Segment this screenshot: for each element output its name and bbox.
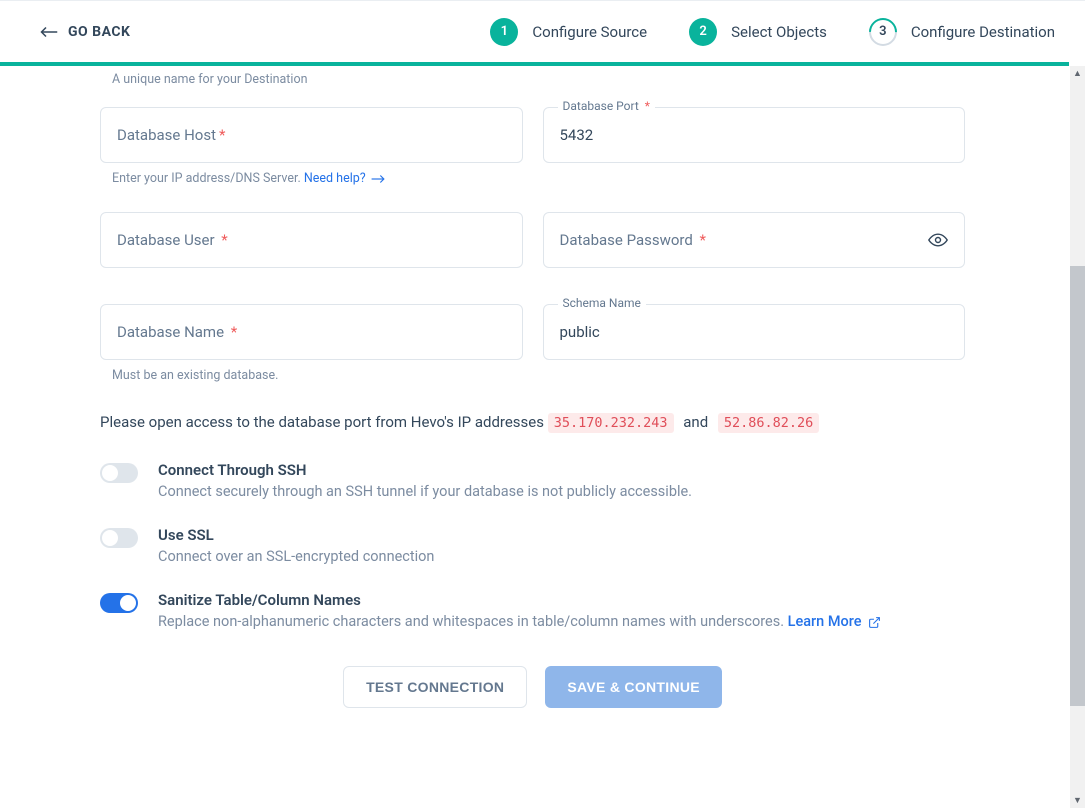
arrow-left-icon [40, 25, 58, 39]
toggle-row-ssh: Connect Through SSH Connect securely thr… [100, 461, 965, 500]
ip-chip-1: 35.170.232.243 [548, 413, 674, 433]
database-port-value: 5432 [560, 126, 594, 144]
step-configure-source[interactable]: 1 Configure Source [490, 18, 647, 46]
ssl-toggle[interactable] [100, 528, 138, 548]
ssh-toggle-desc: Connect securely through an SSH tunnel i… [158, 483, 965, 500]
sanitize-toggle[interactable] [100, 593, 138, 613]
database-name-label: Database Name * [117, 323, 237, 341]
form-actions: TEST CONNECTION SAVE & CONTINUE [100, 666, 965, 708]
wizard-steps: 1 Configure Source 2 Select Objects 3 Co… [490, 18, 1055, 46]
sanitize-toggle-desc: Replace non-alphanumeric characters and … [158, 613, 965, 630]
save-continue-button[interactable]: SAVE & CONTINUE [545, 666, 722, 708]
step-number-3: 3 [869, 18, 897, 46]
go-back-label: GO BACK [68, 24, 130, 40]
toggle-row-ssl: Use SSL Connect over an SSL-encrypted co… [100, 526, 965, 565]
database-password-label: Database Password * [560, 231, 707, 249]
database-password-input[interactable]: Database Password * [543, 212, 966, 268]
database-port-input[interactable]: Database Port * 5432 [543, 107, 966, 163]
destination-hint: A unique name for your Destination [112, 72, 965, 87]
step-configure-destination[interactable]: 3 Configure Destination [869, 18, 1055, 46]
form-content: A unique name for your Destination Datab… [0, 66, 1085, 808]
ip-access-note: Please open access to the database port … [100, 413, 965, 431]
step-label-1: Configure Source [532, 23, 647, 41]
step-number-2: 2 [689, 18, 717, 46]
ip-chip-2: 52.86.82.26 [718, 413, 819, 433]
database-user-input[interactable]: Database User * [100, 212, 523, 268]
schema-name-label: Schema Name [558, 296, 646, 310]
toggle-row-sanitize: Sanitize Table/Column Names Replace non-… [100, 591, 965, 630]
step-label-3: Configure Destination [911, 23, 1055, 41]
arrow-right-icon [371, 174, 385, 184]
database-name-helper: Must be an existing database. [112, 368, 523, 383]
step-select-objects[interactable]: 2 Select Objects [689, 18, 827, 46]
step-label-2: Select Objects [731, 23, 827, 41]
eye-icon[interactable] [928, 230, 948, 250]
go-back-button[interactable]: GO BACK [40, 24, 130, 40]
learn-more-link[interactable]: Learn More [788, 613, 862, 630]
need-help-link[interactable]: Need help? [304, 171, 366, 186]
scrollbar-up-icon[interactable]: ▲ [1070, 66, 1085, 81]
top-bar: GO BACK 1 Configure Source 2 Select Obje… [0, 0, 1085, 62]
database-host-label: Database Host* [117, 126, 225, 144]
test-connection-button[interactable]: TEST CONNECTION [343, 666, 527, 708]
ssl-toggle-desc: Connect over an SSL-encrypted connection [158, 548, 965, 565]
ssh-toggle-title: Connect Through SSH [158, 461, 965, 479]
ssl-toggle-title: Use SSL [158, 526, 965, 544]
database-user-label: Database User * [117, 231, 228, 249]
scrollbar-down-icon[interactable]: ▼ [1070, 793, 1085, 808]
schema-name-input[interactable]: Schema Name public [543, 304, 966, 360]
step-number-1: 1 [490, 18, 518, 46]
schema-name-value: public [560, 323, 600, 341]
database-host-helper: Enter your IP address/DNS Server. Need h… [112, 171, 523, 186]
database-port-label: Database Port * [558, 99, 655, 113]
database-host-input[interactable]: Database Host* [100, 107, 523, 163]
scrollbar-thumb[interactable] [1070, 266, 1085, 706]
database-name-input[interactable]: Database Name * [100, 304, 523, 360]
external-link-icon [868, 616, 881, 629]
sanitize-toggle-title: Sanitize Table/Column Names [158, 591, 965, 609]
ssh-toggle[interactable] [100, 463, 138, 483]
content-wrapper: A unique name for your Destination Datab… [0, 66, 1085, 808]
